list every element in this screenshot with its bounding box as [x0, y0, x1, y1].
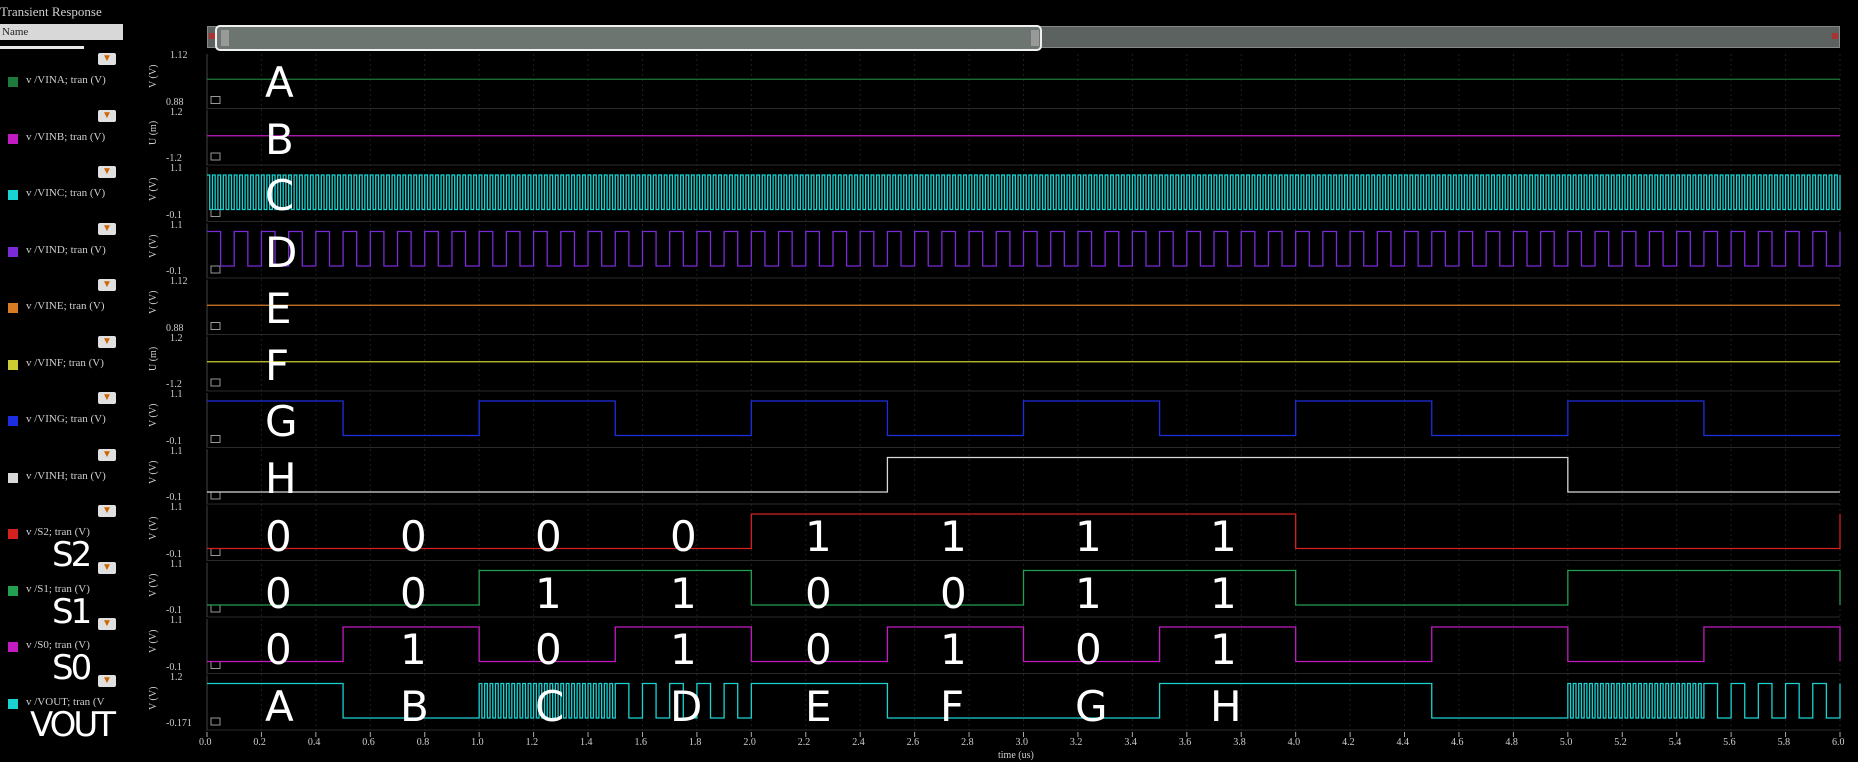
annotation-bit: D	[670, 681, 703, 731]
x-tick-label: 1.8	[688, 737, 702, 748]
x-tick-label: 0.6	[362, 737, 375, 748]
annotation-bit: B	[400, 681, 429, 731]
x-tick-label: 5.0	[1559, 737, 1573, 748]
signal-name-label: S1	[52, 591, 92, 632]
waveform-s1	[207, 569, 1841, 606]
annotation-bit: 1	[1075, 512, 1102, 561]
x-tick-label: 2.8	[961, 737, 974, 748]
signal-name-label: S0	[52, 648, 92, 688]
annotation-bit: 0	[805, 625, 832, 674]
annotation-bit: 1	[670, 568, 697, 618]
annotation-letter: E	[265, 284, 292, 333]
x-tick-label: 4.8	[1505, 737, 1518, 748]
annotation-bit: F	[940, 681, 965, 731]
panel-collapse-icon[interactable]	[210, 491, 221, 500]
annotation-bit: 1	[1210, 568, 1237, 618]
x-tick-label: 0.0	[199, 737, 212, 748]
x-tick-label: 3.4	[1124, 737, 1137, 748]
x-tick-label: 1.4	[580, 737, 593, 748]
annotation-letter: D	[265, 227, 298, 277]
annotation-bit: 0	[535, 512, 562, 561]
annotation-letter: F	[265, 340, 290, 390]
annotation-bit: 0	[400, 512, 427, 561]
annotation-letter: B	[265, 114, 294, 164]
annotation-bit: H	[1210, 681, 1242, 731]
x-tick-label: 4.4	[1396, 737, 1410, 748]
annotation-bit: 1	[535, 568, 562, 618]
x-tick-label: 5.4	[1668, 737, 1682, 748]
x-tick-label: 4.0	[1287, 737, 1301, 748]
panel-collapse-icon[interactable]	[210, 661, 221, 669]
waveform-s0	[207, 626, 1841, 663]
panel-collapse-icon[interactable]	[210, 717, 221, 726]
waveform-vind	[207, 230, 1841, 267]
signal-name-label: S2	[52, 535, 92, 575]
x-tick-label: 5.2	[1614, 737, 1627, 748]
x-tick-label: 4.6	[1450, 737, 1464, 748]
annotation-bit: 0	[265, 625, 292, 674]
panel-collapse-icon[interactable]	[210, 96, 221, 104]
annotation-letter: H	[265, 453, 297, 503]
x-tick-label: 1.6	[634, 737, 647, 748]
x-tick-label: 1.2	[525, 737, 539, 748]
annotation-bit: 0	[940, 568, 967, 618]
annotation-bit: 1	[1075, 568, 1102, 618]
annotation-bit: 0	[265, 568, 292, 618]
x-tick-label: 5.6	[1723, 737, 1736, 748]
annotation-bit: 0	[535, 625, 562, 674]
x-tick-label: 3.8	[1233, 737, 1246, 748]
annotation-bit: A	[265, 681, 294, 731]
annotation-bit: 0	[265, 512, 292, 561]
x-tick-label: 2.4	[852, 737, 865, 748]
panel-collapse-icon[interactable]	[210, 435, 221, 443]
annotation-bit: 1	[1210, 625, 1237, 674]
annotation-letter: C	[265, 171, 295, 220]
annotation-bit: 1	[805, 512, 832, 561]
annotation-letter: A	[265, 58, 294, 107]
x-tick-label: 3.2	[1069, 737, 1083, 748]
panel-collapse-icon[interactable]	[210, 152, 221, 161]
x-axis-title: time (us)	[998, 750, 1034, 761]
x-tick-label: 3.6	[1178, 737, 1192, 748]
annotation-bit: 1	[670, 625, 697, 674]
annotation-bit: 1	[1210, 512, 1237, 561]
x-tick-label: 3.0	[1015, 737, 1029, 748]
annotation-bit: G	[1075, 681, 1108, 731]
x-tick-label: 0.8	[416, 737, 430, 748]
x-tick-label: 0.2	[253, 737, 266, 748]
x-tick-label: 2.6	[906, 737, 920, 748]
annotation-bit: 0	[400, 568, 427, 618]
panel-collapse-icon[interactable]	[210, 265, 221, 274]
annotation-bit: 0	[1075, 625, 1102, 674]
annotation-letter: G	[265, 397, 298, 446]
x-tick-label: 2.0	[743, 737, 756, 748]
panel-collapse-icon[interactable]	[210, 378, 221, 387]
waveform-vinc	[207, 174, 1841, 211]
x-tick-label: 5.8	[1777, 737, 1791, 748]
annotation-bit: E	[805, 681, 832, 731]
panel-collapse-icon[interactable]	[210, 548, 221, 556]
x-tick-label: 2.2	[797, 737, 811, 748]
panel-collapse-icon[interactable]	[210, 322, 221, 330]
panel-collapse-icon[interactable]	[210, 209, 221, 217]
waveform-ving	[207, 400, 1840, 437]
x-tick-label: 1.0	[471, 737, 484, 748]
annotation-bit: 1	[400, 625, 427, 674]
x-tick-label: 4.2	[1342, 737, 1355, 748]
x-tick-label: 0.4	[307, 737, 321, 748]
signal-name-label: VOUT	[30, 704, 116, 745]
annotation-bit: C	[535, 681, 565, 731]
panel-collapse-icon[interactable]	[210, 604, 221, 613]
annotation-bit: 0	[670, 512, 697, 561]
annotation-bit: 0	[805, 568, 832, 618]
x-tick-label: 6.0	[1832, 737, 1845, 748]
annotation-bit: 1	[940, 625, 967, 674]
annotation-bit: 1	[940, 512, 967, 561]
